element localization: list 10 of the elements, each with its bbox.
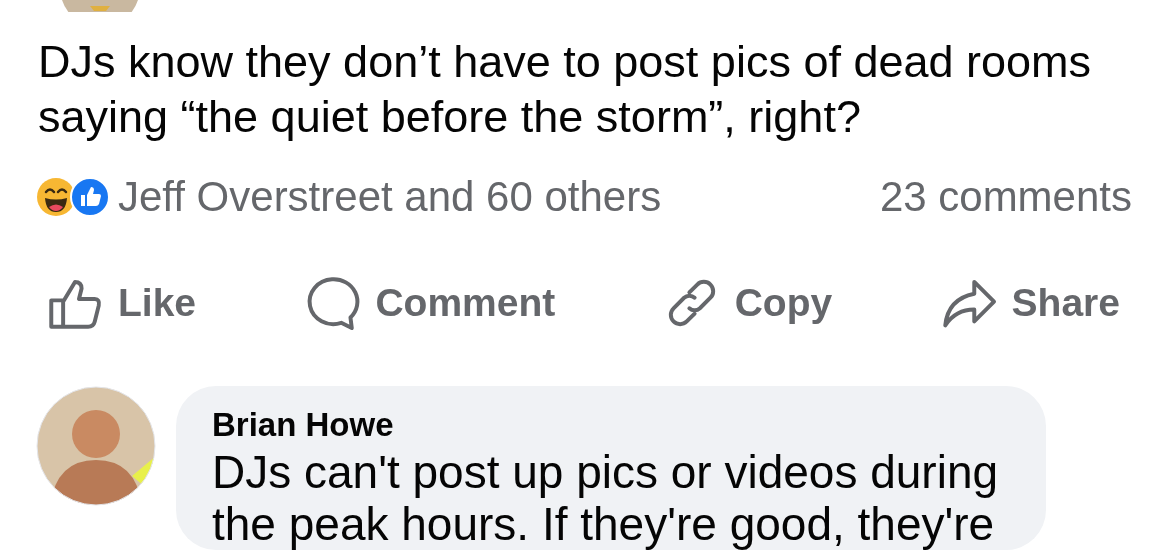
comment-text: DJs can't post up pics or videos during the peak hours. If they're good, they're <box>212 446 1000 550</box>
like-button[interactable]: Like <box>46 274 197 332</box>
comments-count[interactable]: 23 comments <box>879 174 1132 220</box>
post-text: DJs know they don’t have to post pics of dead rooms saying “the quiet before the storm”, right? <box>38 35 1093 144</box>
share-button[interactable]: Share <box>939 274 1120 332</box>
reactions-summary[interactable]: Jeff Overstreet and 60 others <box>118 174 662 220</box>
comment-button[interactable]: Comment <box>303 274 556 332</box>
comment-author[interactable]: Brian Howe <box>212 406 394 444</box>
thumbs-up-icon <box>70 177 110 217</box>
copy-button[interactable]: Copy <box>662 274 833 332</box>
